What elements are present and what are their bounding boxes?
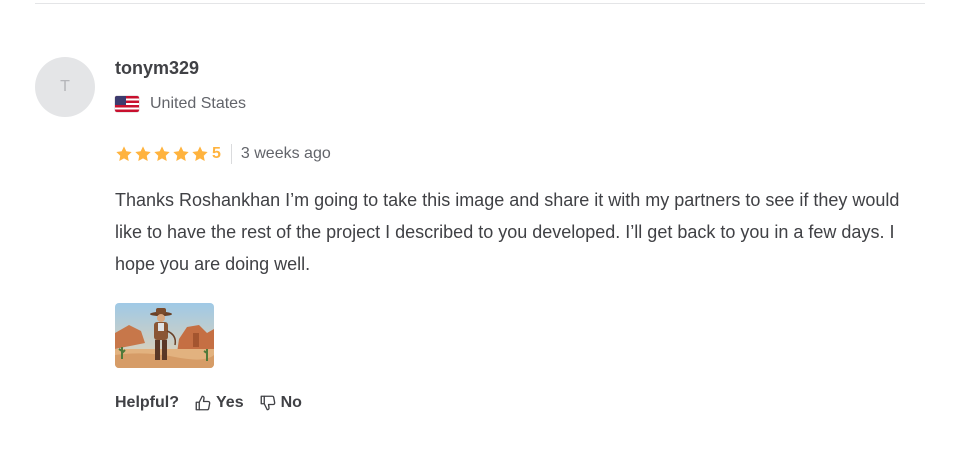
us-flag-icon — [115, 96, 139, 112]
helpful-label: Helpful? — [115, 394, 179, 411]
helpful-no-button[interactable]: No — [259, 394, 302, 412]
star-icon — [154, 146, 170, 162]
country-name: United States — [150, 95, 247, 112]
helpful-yes-label: Yes — [216, 394, 244, 411]
rating-value: 5 — [212, 145, 221, 162]
top-divider — [35, 3, 925, 4]
reviewer-country: United States — [115, 94, 915, 114]
thumbs-down-icon — [260, 395, 275, 411]
helpful-row: Helpful? Yes No — [115, 393, 915, 413]
star-icon — [135, 146, 151, 162]
rating-separator — [230, 144, 232, 164]
star-rating — [115, 145, 209, 163]
avatar[interactable]: T — [35, 57, 95, 117]
helpful-yes-button[interactable]: Yes — [194, 394, 244, 412]
review-text: Thanks Roshankhan I’m going to take this… — [115, 190, 900, 274]
reviewer-username[interactable]: tonym329 — [115, 57, 915, 79]
star-icon — [173, 146, 189, 162]
star-icon — [192, 146, 208, 162]
star-icon — [116, 146, 132, 162]
avatar-letter: T — [60, 78, 70, 95]
review-time: 3 weeks ago — [240, 145, 331, 162]
review-content: tonym329 United States 5 3 weeks ago Tha… — [115, 57, 915, 413]
thumbs-up-icon — [195, 395, 211, 411]
review-attachment-thumbnail[interactable] — [115, 303, 214, 368]
rating-row: 5 3 weeks ago — [115, 144, 915, 164]
helpful-no-label: No — [280, 394, 302, 411]
